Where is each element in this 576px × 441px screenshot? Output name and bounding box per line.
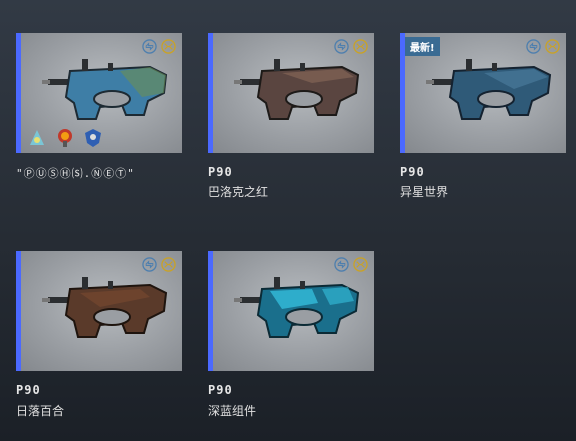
skin-name: 日落百合 (16, 404, 65, 418)
weapon-image (234, 59, 360, 120)
weapon-image (234, 277, 360, 338)
rarity-bar (208, 33, 213, 153)
sticker-row (26, 127, 104, 149)
weapon-type: P90 (400, 165, 425, 179)
rarity-bar (16, 33, 21, 153)
rarity-bar (16, 251, 21, 371)
weapon-type: P90 (208, 383, 233, 397)
inventory-item-card[interactable] (16, 33, 182, 153)
inventory-item-card[interactable]: 最新! (400, 33, 566, 153)
inventory-item-card[interactable] (16, 251, 182, 371)
sticker-3 (85, 129, 101, 147)
rarity-bar (208, 251, 213, 371)
sticker-1 (30, 130, 44, 145)
item-name-tag: "ⓅⓊⓈⒽ⒮.ⓃⒺⓉ" (16, 167, 135, 180)
weapon-image (426, 59, 552, 120)
weapon-type: P90 (16, 383, 41, 397)
sticker-2 (58, 129, 72, 147)
weapon-type: P90 (208, 165, 233, 179)
inventory-item-card[interactable] (208, 33, 374, 153)
skin-name: 异星世界 (400, 185, 449, 199)
weapon-image (42, 59, 168, 120)
weapon-image (42, 277, 168, 338)
inventory-item-card[interactable] (208, 251, 374, 371)
skin-name: 巴洛克之红 (208, 185, 269, 199)
skin-name: 深蓝组件 (208, 404, 257, 418)
